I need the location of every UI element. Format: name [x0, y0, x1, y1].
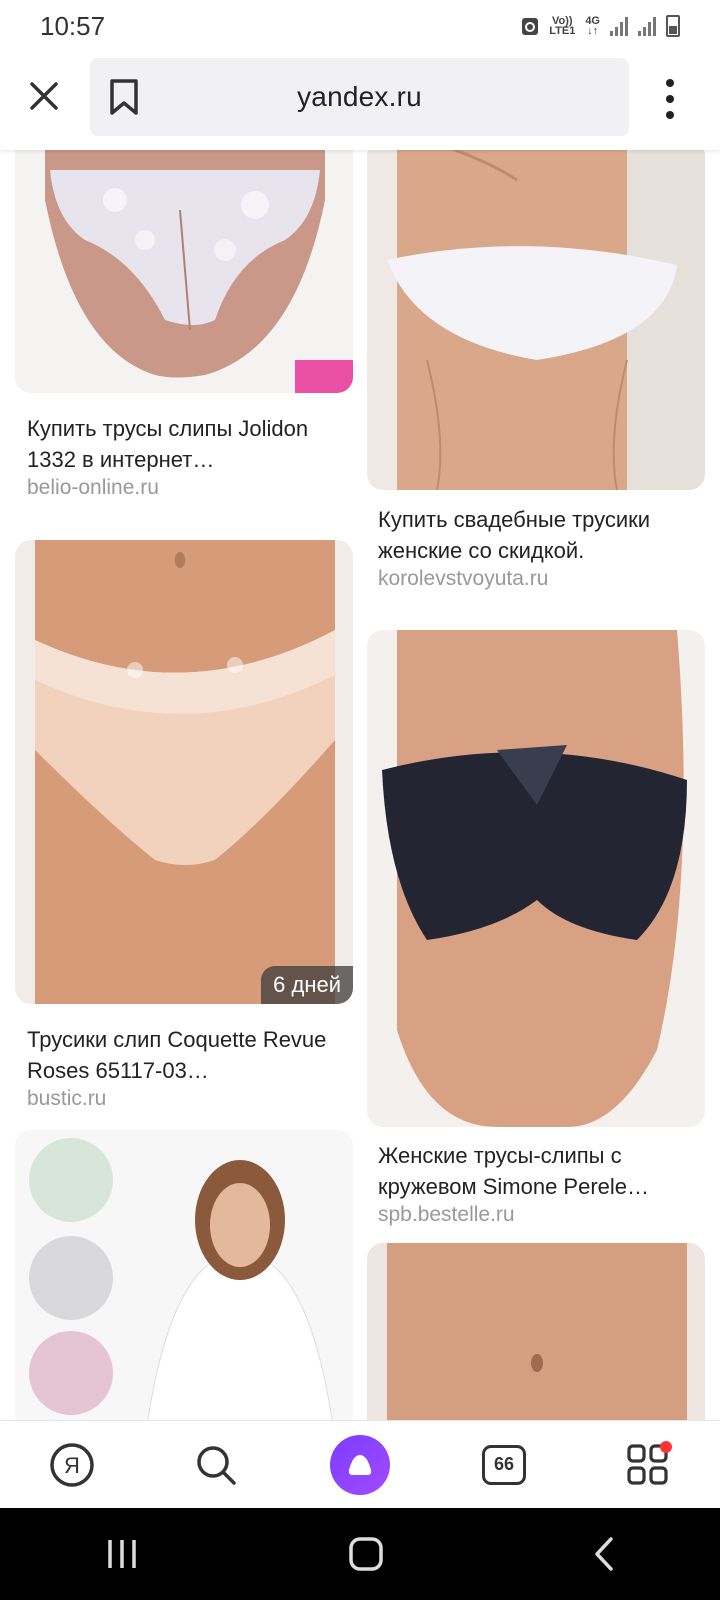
- result-card[interactable]: Купить трусы слипы Jolidon 1332 в интерн…: [15, 150, 353, 499]
- white-briefs-image: [367, 150, 705, 490]
- peach-lace-briefs-image: [15, 540, 353, 1004]
- result-image[interactable]: 6 дней: [15, 540, 353, 1004]
- result-card[interactable]: Женские трусы-слипы с кружевом Simone Pe…: [367, 630, 705, 1230]
- result-image[interactable]: [15, 1130, 353, 1420]
- yandex-home-button[interactable]: Я: [42, 1435, 102, 1495]
- tabs-count: 66: [482, 1444, 526, 1485]
- result-card[interactable]: Купить свадебные трусики женские со скид…: [367, 150, 705, 590]
- torso-image: [367, 1243, 705, 1420]
- back-icon[interactable]: [592, 1536, 616, 1572]
- status-bar: 10:57 Vo)) LTE1 4G ↓↑: [0, 0, 720, 52]
- result-source[interactable]: korolevstvoyuta.ru: [378, 567, 548, 591]
- status-time: 10:57: [40, 10, 106, 41]
- result-title[interactable]: Женские трусы-слипы с кружевом Simone Pe…: [378, 1140, 698, 1202]
- menu-dot: [666, 79, 674, 87]
- yandex-letter: Я: [64, 1453, 80, 1478]
- network-type: 4G ↓↑: [585, 15, 600, 37]
- bookmark-icon[interactable]: [108, 78, 140, 116]
- model-variants-image: [15, 1130, 353, 1420]
- system-nav-bar: [0, 1508, 720, 1600]
- black-briefs-image: [367, 630, 705, 1127]
- menu-button[interactable]: [650, 74, 690, 124]
- search-icon: [197, 1445, 236, 1485]
- address-bar: yandex.ru: [0, 52, 720, 150]
- lte-label: LTE1: [549, 25, 576, 37]
- result-title[interactable]: Трусики слип Coquette Revue Roses 65117-…: [27, 1024, 327, 1086]
- url-field[interactable]: yandex.ru: [90, 58, 629, 136]
- sync-icon: [522, 18, 539, 35]
- battery-icon: [666, 15, 680, 37]
- search-button[interactable]: [186, 1435, 246, 1495]
- alice-icon: [330, 1434, 390, 1495]
- lace-briefs-image: [15, 150, 353, 393]
- result-source[interactable]: spb.bestelle.ru: [378, 1203, 515, 1227]
- close-button[interactable]: [24, 76, 64, 116]
- result-card[interactable]: 6 дней Трусики слип Coquette Revue Roses…: [15, 540, 353, 1110]
- result-source[interactable]: belio-online.ru: [27, 476, 159, 500]
- image-results-grid: Купить трусы слипы Jolidon 1332 в интерн…: [0, 150, 720, 1420]
- notification-dot: [660, 1440, 672, 1453]
- signal-1-icon: [610, 16, 628, 36]
- home-icon[interactable]: [348, 1536, 384, 1572]
- menu-dot: [666, 95, 674, 103]
- result-image[interactable]: [367, 150, 705, 490]
- volte-indicator: Vo)) LTE1: [549, 16, 576, 37]
- result-image[interactable]: [15, 150, 353, 393]
- menu-dot: [666, 111, 674, 119]
- url-text: yandex.ru: [297, 81, 422, 112]
- age-badge: 6 дней: [261, 966, 353, 1004]
- signal-2-icon: [638, 16, 656, 36]
- result-title[interactable]: Купить свадебные трусики женские со скид…: [378, 504, 698, 566]
- result-source[interactable]: bustic.ru: [27, 1087, 106, 1111]
- bottom-nav: Я 66: [0, 1420, 720, 1508]
- tabs-button[interactable]: 66: [474, 1435, 534, 1495]
- close-icon: [30, 82, 58, 110]
- yandex-icon: Я: [50, 1442, 94, 1487]
- result-image[interactable]: [367, 1243, 705, 1420]
- status-icons: Vo)) LTE1 4G ↓↑: [521, 15, 680, 37]
- result-card[interactable]: [367, 1243, 705, 1420]
- network-label: 4G: [585, 15, 600, 27]
- alice-button[interactable]: [330, 1434, 390, 1495]
- recent-apps-icon[interactable]: [104, 1538, 140, 1570]
- result-title[interactable]: Купить трусы слипы Jolidon 1332 в интерн…: [27, 413, 327, 475]
- result-image[interactable]: [367, 630, 705, 1127]
- result-card[interactable]: [15, 1130, 353, 1420]
- services-button[interactable]: [618, 1435, 678, 1495]
